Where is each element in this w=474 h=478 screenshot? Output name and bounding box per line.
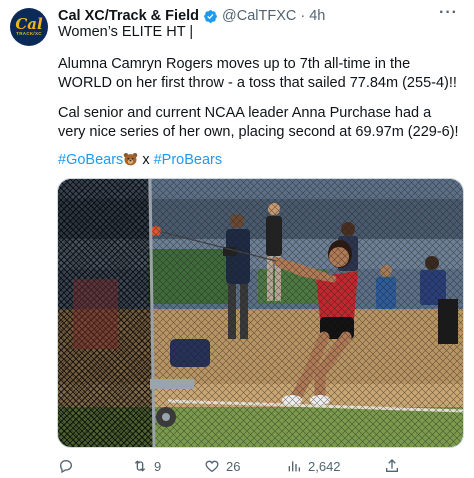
avatar-logo-subtext: TRACK/XC xyxy=(16,31,42,36)
tweet-timestamp[interactable]: 4h xyxy=(309,8,325,24)
share-button[interactable] xyxy=(384,458,400,474)
hashtag-probears[interactable]: #ProBears xyxy=(154,152,223,168)
reply-icon xyxy=(59,459,73,474)
retweet-icon xyxy=(134,460,146,472)
like-count: 26 xyxy=(226,458,241,474)
retweet-button[interactable]: 9 xyxy=(132,458,161,474)
bear-emoji-icon xyxy=(124,153,138,166)
tweet-actions-bar: 9 26 2,642 xyxy=(58,456,414,476)
tweet-paragraph-1: Alumna Camryn Rogers moves up to 7th all… xyxy=(58,56,457,91)
tweet-paragraph-2: Cal senior and current NCAA leader Anna … xyxy=(58,105,459,140)
like-button[interactable]: 26 xyxy=(204,458,240,474)
hashtag-gobears[interactable]: #GoBears xyxy=(58,152,123,168)
share-icon xyxy=(386,459,398,472)
tweet-photo[interactable] xyxy=(57,178,464,448)
hammer-throw-photo-illustration xyxy=(58,179,463,447)
hashtag-connector: x xyxy=(138,152,154,168)
tweet-line-1: Women’s ELITE HT | xyxy=(58,24,194,40)
retweet-count: 9 xyxy=(154,458,162,474)
avatar[interactable]: Cal TRACK/XC xyxy=(10,8,48,46)
header-separator: · xyxy=(300,8,306,24)
views-chart-icon xyxy=(288,461,300,472)
tweet-hashtags: #GoBears x #ProBears xyxy=(58,151,460,170)
author-handle[interactable]: @CalTFXC xyxy=(222,8,296,24)
more-options-icon[interactable]: ··· xyxy=(439,4,458,22)
views-button[interactable]: 2,642 xyxy=(286,458,341,474)
verified-badge-icon xyxy=(204,9,217,23)
views-count: 2,642 xyxy=(308,458,341,474)
avatar-logo-text: Cal xyxy=(15,15,43,33)
author-name[interactable]: Cal XC/Track & Field xyxy=(58,8,199,24)
reply-button[interactable] xyxy=(58,458,80,474)
heart-icon xyxy=(205,460,219,473)
